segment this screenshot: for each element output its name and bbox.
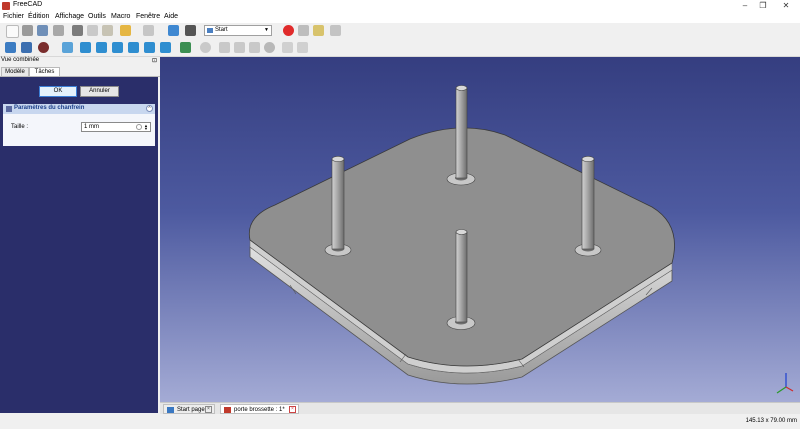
close-window-button[interactable]: ✕ (775, 0, 797, 12)
menu-affichage[interactable]: Affichage (55, 13, 84, 20)
run-macro-icon[interactable] (330, 25, 341, 36)
web-home-icon[interactable] (200, 42, 211, 53)
status-bar: 145.13 x 79.00 mm (0, 414, 800, 429)
record-macro-icon[interactable] (283, 25, 294, 36)
tab-porte-brossette[interactable]: porte brossette : 1* × (220, 404, 299, 414)
close-tab-icon[interactable]: × (289, 406, 296, 413)
measure-icon[interactable] (180, 42, 191, 53)
web-refresh-icon[interactable] (249, 42, 260, 53)
chevron-down-icon: ▼ (264, 27, 269, 33)
right-view-icon[interactable] (112, 42, 123, 53)
left-view-icon[interactable] (160, 42, 171, 53)
tab-porte-brossette-label: porte brossette : 1* (234, 407, 285, 413)
tab-taches[interactable]: Tâches (29, 67, 60, 76)
tab-modele[interactable]: Modèle (1, 67, 29, 76)
cut-icon[interactable] (72, 25, 83, 36)
freecad-document-icon (224, 407, 231, 413)
redo-icon[interactable] (143, 25, 154, 36)
new-document-icon[interactable] (6, 25, 19, 38)
rear-view-icon[interactable] (128, 42, 139, 53)
isometric-view-icon[interactable] (62, 42, 73, 53)
menu-edition[interactable]: Édition (28, 13, 49, 20)
menu-aide[interactable]: Aide (164, 13, 178, 20)
cancel-button[interactable]: Annuler (80, 86, 119, 97)
view-toolbar (0, 39, 800, 57)
task-panel: OK Annuler Paramètres du chanfrein ⌃ Tai… (0, 77, 158, 413)
size-value: 1 mm (84, 124, 99, 130)
menu-outils[interactable]: Outils (88, 13, 106, 20)
ok-button[interactable]: OK (39, 86, 77, 97)
tab-start-page-label: Start page (177, 407, 205, 413)
pin-icon[interactable]: ⊡ (152, 57, 157, 64)
back-arrow-icon[interactable] (219, 42, 230, 53)
draw-style-icon[interactable] (38, 42, 49, 53)
top-view-icon[interactable] (96, 42, 107, 53)
workbench-label: Start (215, 27, 228, 33)
restore-button[interactable]: ❐ (752, 0, 774, 12)
3d-viewport[interactable] (160, 57, 800, 402)
forward-arrow-icon[interactable] (234, 42, 245, 53)
tab-start-page[interactable]: Start page × (163, 404, 215, 414)
fit-selection-icon[interactable] (21, 42, 32, 53)
workbench-selector[interactable]: Start ▼ (204, 25, 272, 36)
chamfer-panel-title: Paramètres du chanfrein (14, 105, 85, 111)
chamfer-panel-header: Paramètres du chanfrein ⌃ (3, 104, 155, 114)
menu-bar: Fichier Édition Affichage Outils Macro F… (0, 12, 800, 23)
workbench-icon (207, 28, 213, 33)
menu-macro[interactable]: Macro (111, 13, 130, 20)
whats-this-icon[interactable] (185, 25, 196, 36)
save-as-icon[interactable] (53, 25, 64, 36)
zoom-in-icon[interactable] (282, 42, 293, 53)
size-input[interactable]: 1 mm ▲ ▼ (81, 122, 151, 132)
expression-icon[interactable] (136, 124, 142, 130)
front-view-icon[interactable] (80, 42, 91, 53)
spin-arrows-icon[interactable]: ▲ ▼ (144, 124, 149, 131)
chamfer-icon (6, 106, 12, 112)
file-toolbar: Start ▼ (0, 23, 800, 39)
close-tab-icon[interactable]: × (205, 406, 212, 413)
axis-triad-icon (776, 373, 794, 394)
stop-macro-icon[interactable] (298, 25, 309, 36)
undo-icon[interactable] (120, 25, 131, 36)
zoom-out-icon[interactable] (297, 42, 308, 53)
chamfer-parameters-panel: Paramètres du chanfrein ⌃ Taille : 1 mm … (3, 104, 155, 146)
combo-view-title: Vue combinée (1, 57, 40, 63)
fit-all-icon[interactable] (5, 42, 16, 53)
combo-tabs: Modèle Tâches (0, 67, 160, 77)
bottom-view-icon[interactable] (144, 42, 155, 53)
save-icon[interactable] (37, 25, 48, 36)
start-page-icon (167, 407, 174, 413)
menu-fichier[interactable]: Fichier (3, 13, 24, 20)
collapse-icon[interactable]: ⌃ (146, 105, 153, 112)
freecad-logo-icon (2, 2, 10, 10)
open-folder-icon[interactable] (22, 25, 33, 36)
macro-editor-icon[interactable] (313, 25, 324, 36)
size-label: Taille : (11, 124, 29, 130)
view-dimensions: 145.13 x 79.00 mm (745, 418, 797, 424)
title-bar: FreeCAD – ❐ ✕ (0, 0, 800, 12)
combo-view: Vue combinée ⊡ Modèle Tâches OK Annuler … (0, 57, 161, 413)
paste-icon[interactable] (102, 25, 113, 36)
3d-model (248, 85, 794, 394)
refresh-icon[interactable] (168, 25, 179, 36)
window-title: FreeCAD (13, 1, 43, 8)
web-stop-icon[interactable] (264, 42, 275, 53)
copy-icon[interactable] (87, 25, 98, 36)
menu-fenetre[interactable]: Fenêtre (136, 13, 160, 20)
